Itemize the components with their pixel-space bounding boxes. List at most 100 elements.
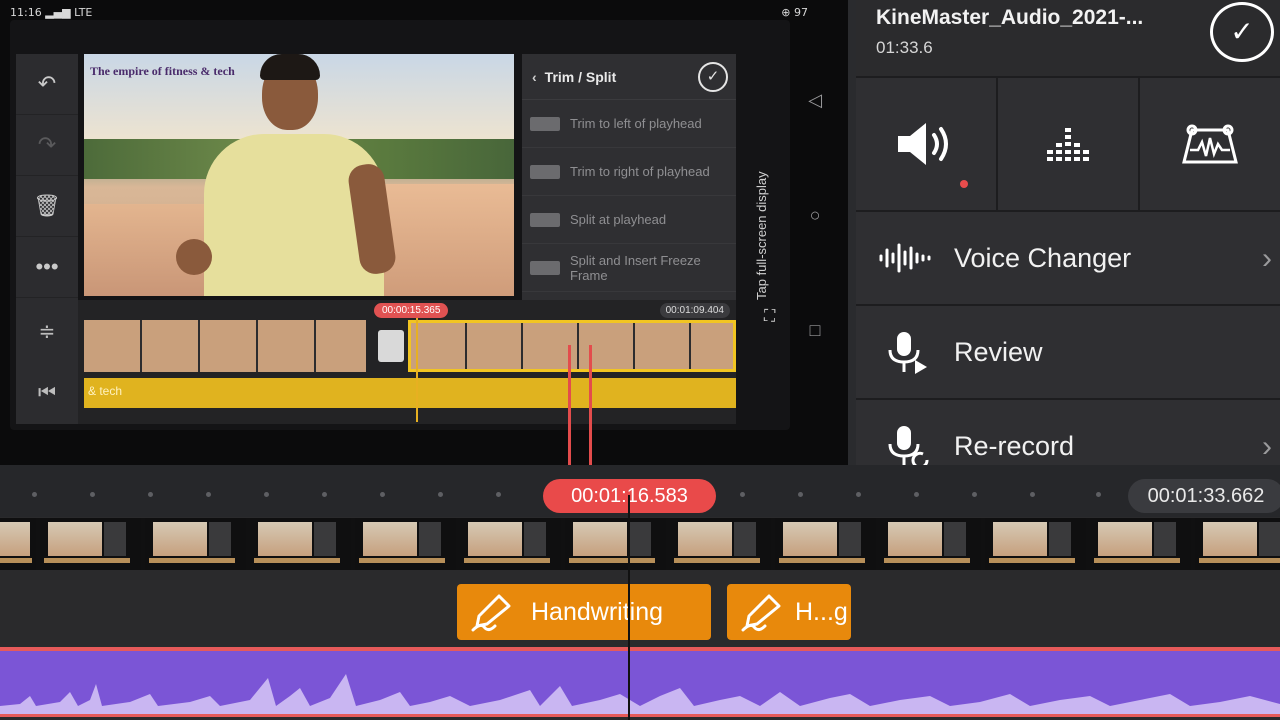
ruler-tick (90, 492, 95, 497)
split-freeze-icon (530, 260, 560, 275)
video-thumbnail (565, 518, 666, 570)
trim-right-option[interactable]: Trim to right of playhead (522, 148, 736, 196)
ruler-tick (322, 492, 327, 497)
embedded-transition[interactable] (378, 330, 404, 362)
confirm-check-icon[interactable]: ✓ (698, 62, 728, 92)
trim-split-header: ‹ Trim / Split ✓ (522, 54, 736, 100)
voice-wave-icon (878, 234, 934, 282)
nav-home-icon[interactable]: ○ (800, 205, 830, 320)
preview-area[interactable]: 11:16 ▂▄▆ LTE ⊕ 97 ↶ ↷ 🗑 ••• The empire … (0, 0, 848, 465)
trim-left-label: Trim to left of playhead (570, 116, 702, 131)
split-freeze-label: Split and Insert Freeze Frame (570, 252, 701, 283)
handwriting-layer-clip-2[interactable]: H...g (727, 584, 851, 640)
chevron-right-icon: › (1262, 430, 1272, 463)
signal-icon: ▂▄▆ (45, 6, 75, 19)
audio-envelope-icon (1182, 124, 1238, 164)
video-thumbnail (775, 518, 876, 570)
handwriting-layer-label-2: H...g (795, 597, 848, 626)
ruler-tick (1030, 492, 1035, 497)
confirm-check-icon[interactable]: ✓ (1210, 2, 1274, 62)
android-nav-bar: ◁ ○ □ (800, 90, 830, 350)
back-chevron-icon[interactable]: ‹ (532, 69, 537, 85)
nav-recents-icon[interactable]: □ (800, 320, 830, 435)
pen-icon (741, 594, 781, 632)
kinemaster-editor: 11:16 ▂▄▆ LTE ⊕ 97 ↶ ↷ 🗑 ••• The empire … (0, 0, 1280, 720)
voice-changer-row[interactable]: Voice Changer › (856, 212, 1280, 304)
ruler-tick (206, 492, 211, 497)
ruler-tick (438, 492, 443, 497)
equalizer-button[interactable] (998, 78, 1138, 210)
trim-right-label: Trim to right of playhead (570, 164, 710, 179)
video-thumbnail (1195, 518, 1280, 570)
video-thumbnail (670, 518, 771, 570)
video-thumbnail (985, 518, 1086, 570)
status-network: LTE (74, 6, 93, 19)
handwriting-layer-clip[interactable]: Handwriting (457, 584, 711, 640)
audio-envelope-button[interactable] (1140, 78, 1280, 210)
split-option[interactable]: Split at playhead (522, 196, 736, 244)
embedded-clip-a[interactable] (84, 320, 366, 372)
ruler-tick (798, 492, 803, 497)
preview-video-frame[interactable]: The empire of fitness & tech (84, 54, 514, 296)
voice-changer-label: Voice Changer (954, 242, 1132, 273)
volume-button[interactable] (856, 78, 996, 210)
video-thumbnail (355, 518, 456, 570)
embedded-text-track[interactable]: & tech (84, 378, 736, 408)
ruler-tick (856, 492, 861, 497)
undo-icon[interactable]: ↶ (16, 54, 78, 115)
timeline-playhead[interactable] (628, 495, 630, 720)
video-title-overlay: The empire of fitness & tech (90, 64, 235, 78)
ruler-tick (914, 492, 919, 497)
redo-icon[interactable]: ↷ (16, 115, 78, 176)
main-timeline[interactable]: 00:01:16.583 00:01:33.662 Handwriting (0, 465, 1280, 720)
audio-track[interactable] (0, 647, 1280, 717)
volume-icon (898, 123, 948, 165)
split-freeze-option[interactable]: Split and Insert Freeze Frame (522, 244, 736, 292)
audio-clip-title: KineMaster_Audio_2021-... (876, 6, 1144, 29)
video-thumbnail (40, 518, 141, 570)
audio-waveform (0, 674, 1280, 714)
embedded-timeline-tools: ≑ ⏮ (16, 300, 78, 424)
video-thumbnail (145, 518, 246, 570)
ruler-tick (972, 492, 977, 497)
mic-play-icon (878, 328, 934, 376)
ruler-tick (380, 492, 385, 497)
split-label: Split at playhead (570, 212, 667, 227)
layers-icon[interactable]: ≑ (16, 300, 78, 362)
phone-status-bar: 11:16 ▂▄▆ LTE ⊕ 97 (10, 6, 818, 20)
trim-split-title: Trim / Split (544, 68, 617, 85)
review-row[interactable]: Review (856, 306, 1280, 398)
handwriting-stroke (568, 345, 592, 465)
equalizer-icon (1047, 128, 1089, 161)
video-track[interactable] (0, 518, 1280, 570)
video-person-hand (176, 239, 212, 275)
video-thumbnail (1090, 518, 1191, 570)
ruler-tick (148, 492, 153, 497)
trim-left-option[interactable]: Trim to left of playhead (522, 100, 736, 148)
volume-changed-dot (960, 180, 968, 188)
more-icon[interactable]: ••• (16, 237, 78, 298)
fullscreen-hint-text: Tap full-screen display (754, 171, 769, 300)
video-thumbnail (460, 518, 561, 570)
embedded-timeline: ≑ ⏮ & tech 00:00:15.365 00:01:09.404 (16, 300, 736, 424)
timeline-ruler[interactable]: 00:01:16.583 00:01:33.662 (0, 465, 1280, 517)
battery-level: 97 (794, 6, 808, 19)
embedded-time-current: 00:00:15.365 (374, 303, 449, 318)
skip-start-icon[interactable]: ⏮ (16, 362, 78, 424)
nav-back-icon[interactable]: ◁ (800, 90, 830, 205)
video-thumbnail (250, 518, 351, 570)
embedded-time-total: 00:01:09.404 (659, 303, 730, 318)
trim-split-panel: ‹ Trim / Split ✓ Trim to left of playhea… (522, 54, 736, 300)
chevron-right-icon: › (1262, 242, 1272, 275)
battery-indicator: ⊕ 97 (781, 6, 808, 19)
ruler-tick (740, 492, 745, 497)
ruler-tick (496, 492, 501, 497)
ruler-tick (264, 492, 269, 497)
trash-icon[interactable]: 🗑 (16, 176, 78, 237)
video-person-hair (260, 54, 320, 80)
total-duration-badge: 00:01:33.662 (1128, 479, 1280, 513)
rerecord-label: Re-record (954, 430, 1075, 461)
audio-clip-panel: KineMaster_Audio_2021-... 01:33.6 ✓ Voic… (856, 0, 1280, 492)
fullscreen-hint[interactable]: Tap full-screen display ⛶ (748, 120, 788, 325)
audio-clip-header: KineMaster_Audio_2021-... 01:33.6 ✓ (856, 0, 1280, 76)
